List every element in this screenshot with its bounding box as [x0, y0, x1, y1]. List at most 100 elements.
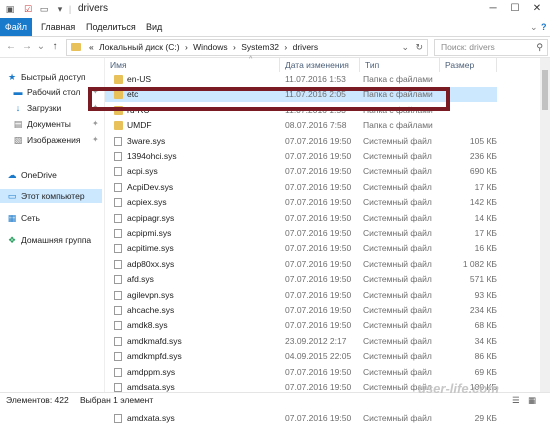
column-header-name[interactable]: Имя	[105, 58, 280, 72]
tab-view[interactable]: Вид	[146, 18, 162, 36]
cell-type: Системный файл	[363, 151, 432, 161]
breadcrumb-separator[interactable]: ›	[185, 42, 188, 52]
nav-desktop[interactable]: ▬ Рабочий стол	[12, 85, 81, 99]
nav-network[interactable]: ▦ Сеть	[6, 211, 40, 225]
pin-icon[interactable]: ✦	[92, 119, 99, 128]
cell-date: 07.07.2016 19:50	[285, 320, 352, 331]
table-row[interactable]: amdk8.sys 07.07.2016 19:50 Системный файл 6…	[105, 318, 497, 333]
nav-quick-access[interactable]: ★ Быстрый доступ	[6, 70, 86, 84]
cell-name: agilevpn.sys	[127, 289, 174, 300]
cell-name: en-US	[127, 74, 152, 84]
folder-icon	[71, 43, 81, 51]
details-view-icon[interactable]: ☰	[512, 393, 520, 408]
cell-type: Системный файл	[363, 166, 432, 177]
chevron-down-icon[interactable]: ⌄	[401, 40, 409, 55]
tab-home[interactable]: Главная	[41, 18, 75, 36]
help-icon[interactable]: ?	[541, 18, 547, 36]
breadcrumb-overflow[interactable]: «	[89, 42, 94, 52]
nav-label: Этот компьютер	[21, 191, 85, 201]
close-button[interactable]: ✕	[526, 0, 548, 18]
properties-icon[interactable]: ☑	[22, 3, 34, 15]
vertical-scrollbar[interactable]	[540, 58, 550, 392]
column-header-date[interactable]: Дата изменения	[280, 58, 360, 72]
table-row[interactable]: afd.sys 07.07.2016 19:50 Системный файл 571…	[105, 272, 497, 287]
tab-share[interactable]: Поделиться	[86, 18, 136, 36]
cell-name: 1394ohci.sys	[127, 151, 177, 161]
watermark: user-life.com	[418, 381, 499, 396]
cell-date: 07.07.2016 19:50	[285, 274, 352, 285]
pin-icon[interactable]: ✦	[92, 135, 99, 144]
tab-file[interactable]: Файл	[0, 18, 32, 36]
forward-icon[interactable]: →	[20, 39, 34, 55]
recent-locations-icon[interactable]: ⌄	[34, 39, 48, 55]
breadcrumb-windows[interactable]: Windows	[193, 42, 227, 52]
cell-size: 105 КБ	[469, 135, 497, 146]
new-folder-icon[interactable]: ▭	[38, 3, 50, 15]
nav-documents[interactable]: ▤ Документы	[12, 117, 71, 131]
table-row[interactable]: amdppm.sys 07.07.2016 19:50 Системный файл…	[105, 365, 497, 380]
breadcrumb-separator[interactable]: ›	[233, 42, 236, 52]
nav-homegroup[interactable]: ❖ Домашняя группа	[6, 233, 91, 247]
minimize-button[interactable]: ─	[482, 0, 504, 18]
table-row[interactable]: acpitime.sys 07.07.2016 19:50 Системный фа…	[105, 241, 497, 256]
table-row[interactable]: amdkmafd.sys 23.09.2012 2:17 Системный фай…	[105, 334, 497, 349]
back-icon[interactable]: ←	[4, 39, 18, 55]
table-row[interactable]: ahcache.sys 07.07.2016 19:50 Системный фай…	[105, 303, 497, 318]
item-count: Элементов: 422	[6, 395, 69, 405]
up-icon[interactable]: ↑	[48, 39, 62, 55]
nav-this-pc[interactable]: ▭ Этот компьютер	[0, 189, 102, 203]
refresh-icon[interactable]: ↻	[415, 40, 423, 55]
window-title: drivers	[78, 3, 109, 14]
cell-date: 04.09.2015 22:05	[285, 351, 352, 362]
cell-name: acpi.sys	[127, 166, 158, 177]
document-icon: ▤	[13, 119, 23, 129]
tiles-view-icon[interactable]: ▦	[528, 393, 536, 408]
nav-onedrive[interactable]: ☁ OneDrive	[6, 168, 57, 182]
table-row[interactable]: 3ware.sys 07.07.2016 19:50 Системный файл 1…	[105, 134, 497, 149]
cell-type: Системный файл	[363, 181, 432, 192]
cell-name: UMDF	[127, 120, 152, 131]
cell-date: 07.07.2016 19:50	[285, 166, 352, 177]
cell-date: 07.07.2016 19:50	[285, 366, 352, 377]
cell-size: 571 КБ	[469, 274, 497, 285]
breadcrumb-separator[interactable]: ›	[284, 42, 287, 52]
cell-type: Системный файл	[363, 258, 432, 269]
breadcrumb-system32[interactable]: System32	[241, 42, 279, 52]
cell-name: amdk8.sys	[127, 320, 168, 331]
cell-name: acpipmi.sys	[127, 228, 172, 238]
table-row[interactable]: agilevpn.sys 07.07.2016 19:50 Системный фа…	[105, 288, 497, 303]
maximize-button[interactable]: ☐	[504, 0, 526, 18]
breadcrumb-drivers[interactable]: drivers	[293, 42, 319, 52]
table-row[interactable]: amdkmpfd.sys 04.09.2015 22:05 Системный фа…	[105, 349, 497, 364]
table-row[interactable]: acpiex.sys 07.07.2016 19:50 Системный файл…	[105, 195, 497, 210]
table-row[interactable]: UMDF 08.07.2016 7:58 Папка с файлами	[105, 118, 497, 133]
search-input[interactable]: Поиск: drivers ⚲	[434, 39, 548, 56]
table-row[interactable]: en-US 11.07.2016 1:53 Папка с файлами	[105, 72, 497, 87]
nav-label: Изображения	[27, 135, 81, 145]
table-row[interactable]: acpipmi.sys 07.07.2016 19:50 Системный фай…	[105, 226, 497, 241]
cell-size: 16 КБ	[474, 243, 497, 254]
address-input[interactable]: « Локальный диск (C:) › Windows › System…	[66, 39, 428, 56]
expand-ribbon-icon[interactable]: ⌄	[530, 18, 538, 36]
cell-type: Системный файл	[363, 212, 432, 223]
table-row[interactable]: 1394ohci.sys 07.07.2016 19:50 Системный фа…	[105, 149, 497, 164]
scrollbar-thumb[interactable]	[542, 70, 548, 110]
cell-size: 93 КБ	[474, 289, 497, 300]
cell-date: 07.07.2016 19:50	[285, 305, 352, 315]
breadcrumb-local-disk[interactable]: Локальный диск (C:)	[99, 42, 179, 52]
table-row[interactable]: adp80xx.sys 07.07.2016 19:50 Системный фай…	[105, 257, 497, 272]
table-row[interactable]: amdxata.sys 07.07.2016 19:50 Системный фай…	[105, 411, 497, 426]
column-header-size[interactable]: Размер	[440, 58, 497, 72]
table-row[interactable]: acpipagr.sys 07.07.2016 19:50 Системный фа…	[105, 211, 497, 226]
table-row[interactable]: AcpiDev.sys 07.07.2016 19:50 Системный фай…	[105, 180, 497, 195]
cell-name: adp80xx.sys	[127, 258, 175, 269]
file-icon	[114, 182, 122, 192]
nav-downloads[interactable]: ↓ Загрузки	[12, 101, 61, 115]
column-header-type[interactable]: Тип	[360, 58, 440, 72]
separator-icon: |	[68, 4, 72, 14]
nav-pictures[interactable]: ▧ Изображения	[12, 133, 81, 147]
selection-count: Выбран 1 элемент	[80, 395, 154, 405]
table-row[interactable]: acpi.sys 07.07.2016 19:50 Системный файл 69…	[105, 164, 497, 179]
file-icon	[114, 244, 122, 254]
file-icon	[114, 136, 122, 146]
